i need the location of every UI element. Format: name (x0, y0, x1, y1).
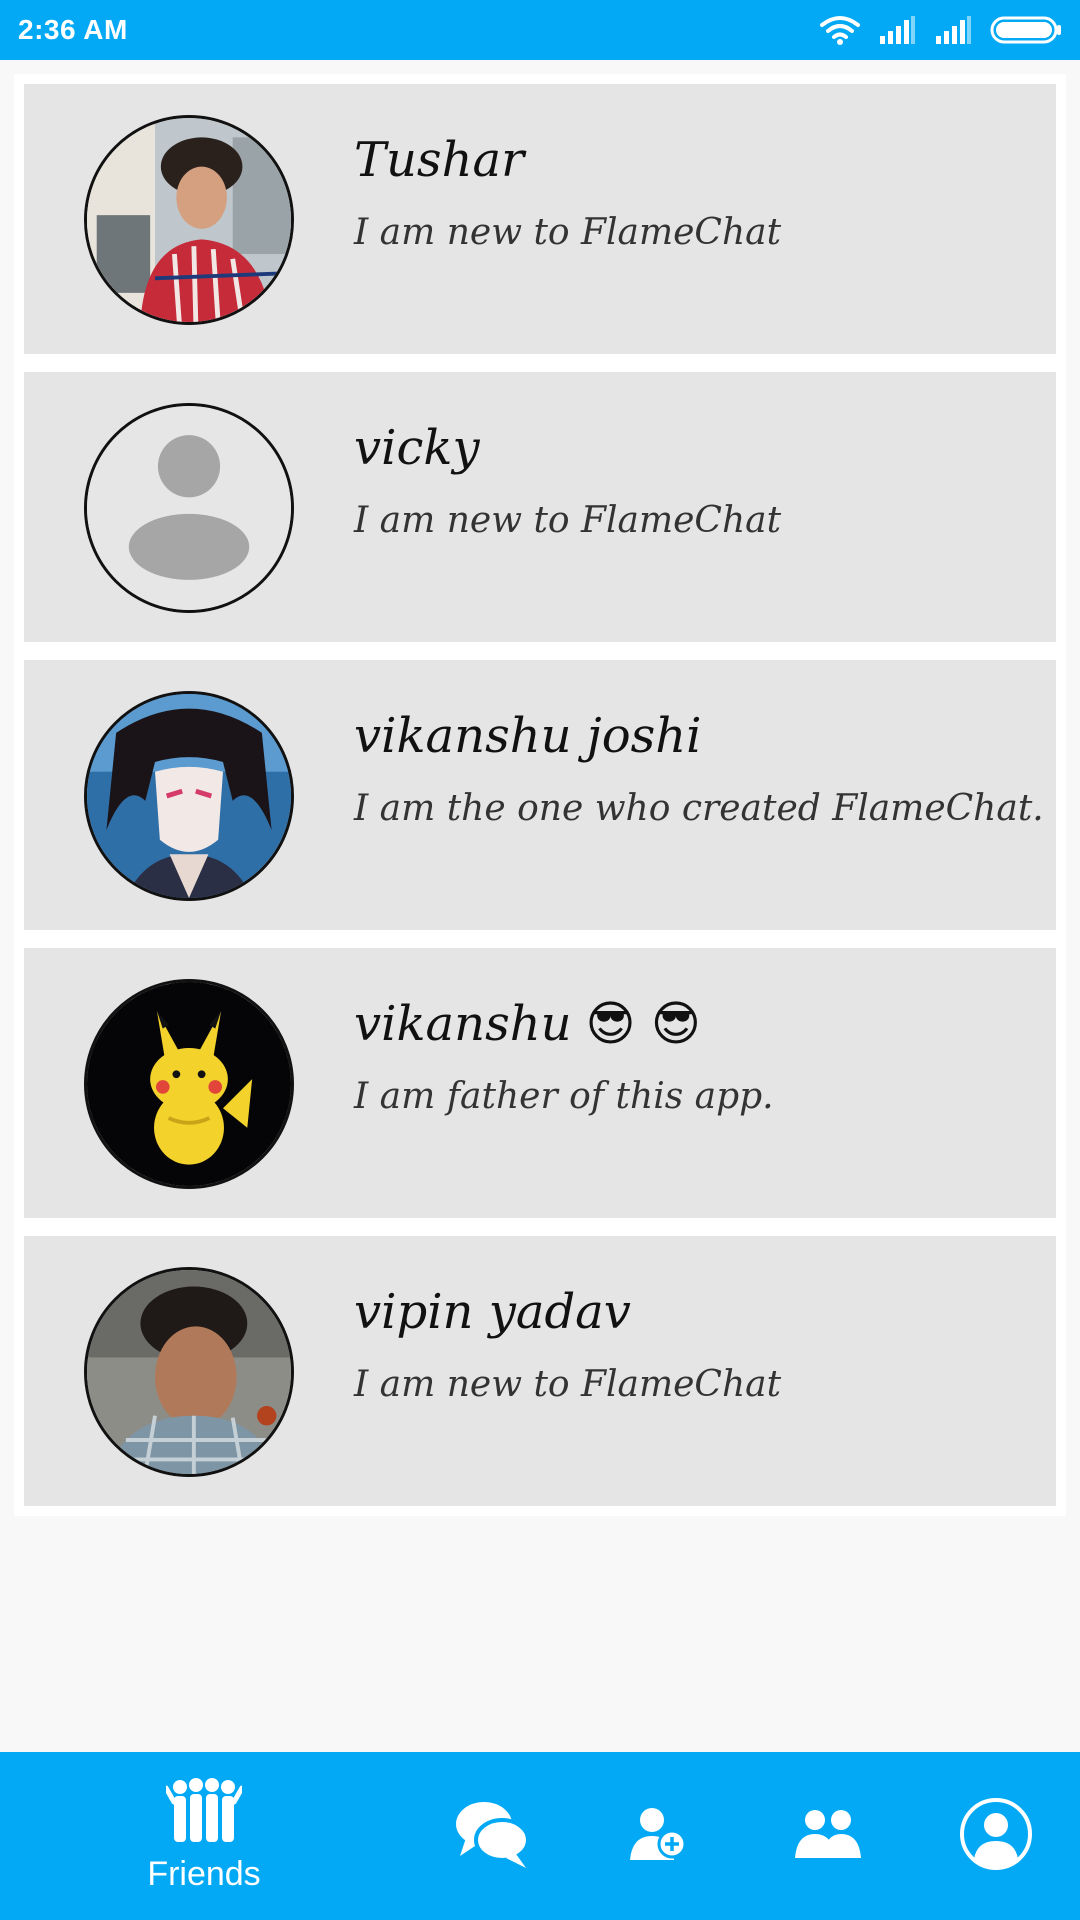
status-bar: 2:36 AM (0, 0, 1080, 60)
friend-status: I am new to FlameChat (354, 212, 782, 253)
wifi-icon (820, 15, 860, 45)
signal-icon (934, 16, 972, 44)
friends-group-icon (163, 1778, 245, 1849)
nav-item-chats[interactable] (442, 1752, 542, 1920)
avatar[interactable] (84, 1267, 294, 1477)
nav-label-friends: Friends (147, 1855, 261, 1893)
friend-card[interactable]: vicky I am new to FlameChat (24, 372, 1056, 642)
friend-status: I am the one who created FlameChat. (354, 788, 1044, 829)
friend-status: I am new to FlameChat (354, 1364, 782, 1405)
friend-name: Tushar (354, 132, 525, 188)
signal-icon (878, 16, 916, 44)
nav-item-friends[interactable]: Friends (134, 1752, 274, 1920)
sunglasses-emoji: 😎 😎 (585, 996, 701, 1052)
status-time: 2:36 AM (18, 14, 128, 45)
friend-card[interactable]: vipin yadav I am new to FlameChat (24, 1236, 1056, 1506)
battery-icon (990, 16, 1062, 44)
friend-card[interactable]: Tushar I am new to FlameChat (24, 84, 1056, 354)
add-friend-icon (628, 1806, 688, 1867)
friend-name-text: vikanshu (354, 996, 572, 1052)
profile-icon (959, 1797, 1033, 1876)
friend-name: vicky (354, 420, 480, 476)
friend-name: vipin yadav (354, 1284, 631, 1340)
nav-item-requests[interactable] (778, 1752, 878, 1920)
requests-icon (795, 1808, 861, 1865)
bottom-nav: Friends (0, 1752, 1080, 1920)
avatar[interactable] (84, 115, 294, 325)
avatar[interactable] (84, 979, 294, 1189)
friend-name: vikanshu joshi (354, 708, 702, 764)
nav-item-profile[interactable] (946, 1752, 1046, 1920)
friend-card[interactable]: vikanshu 😎 😎 I am father of this app. (24, 948, 1056, 1218)
friend-card[interactable]: vikanshu joshi I am the one who created … (24, 660, 1056, 930)
nav-item-add-friend[interactable] (608, 1752, 708, 1920)
friends-list: Tushar I am new to FlameChat vicky I am … (14, 74, 1066, 1516)
friend-status: I am new to FlameChat (354, 500, 782, 541)
avatar[interactable] (84, 403, 294, 613)
friend-status: I am father of this app. (354, 1076, 774, 1117)
chats-icon (454, 1798, 530, 1875)
status-icons (820, 15, 1062, 45)
friend-name: vikanshu 😎 😎 (354, 996, 701, 1052)
avatar[interactable] (84, 691, 294, 901)
